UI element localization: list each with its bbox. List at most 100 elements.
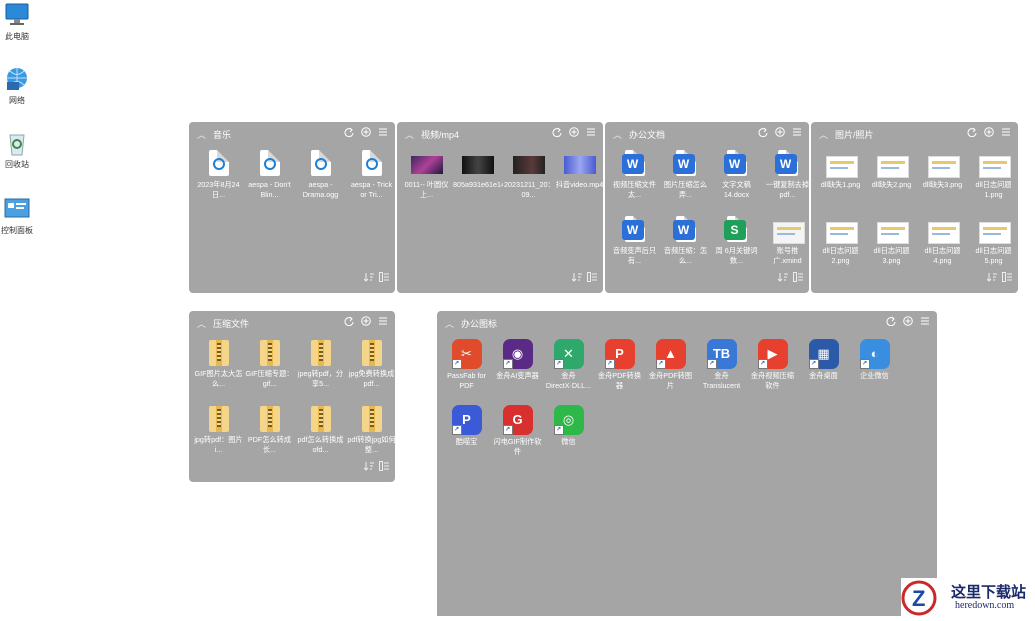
shortcut-arrow-icon: ↗ — [502, 359, 513, 369]
sort-icon[interactable] — [363, 269, 374, 287]
refresh-icon[interactable] — [343, 126, 355, 138]
menu-icon[interactable] — [585, 126, 597, 138]
menu-icon[interactable] — [377, 126, 389, 138]
add-icon[interactable] — [360, 315, 372, 327]
file-item[interactable]: dll日志问题4.png — [917, 212, 968, 278]
app-shortcut[interactable]: G ↗ 闪电GIF制作软件 — [492, 401, 543, 467]
file-name: 文字文稿14.docx — [722, 180, 751, 199]
file-item[interactable]: pdf怎么转换成ofd... — [295, 401, 346, 467]
word-doc-icon: W — [774, 150, 801, 178]
chevron-up-icon[interactable]: ︿ — [613, 128, 622, 141]
layout-icon[interactable] — [587, 269, 597, 287]
file-name: 2023年8月24日... — [197, 180, 240, 199]
video-thumbnail-icon — [563, 150, 596, 178]
image-file-icon — [978, 216, 1011, 244]
file-item[interactable]: dll缺失2.png — [866, 146, 917, 212]
file-item[interactable]: jpg转pdf：图片i... — [193, 401, 244, 467]
app-shortcut[interactable]: ▦ ↗ 金舟桌面 — [798, 335, 849, 401]
sort-icon[interactable] — [986, 269, 997, 287]
menu-icon[interactable] — [919, 315, 931, 327]
file-item[interactable]: 0011-- 叶圆仪 上... — [401, 146, 452, 212]
chevron-up-icon[interactable]: ︿ — [405, 128, 414, 141]
menu-icon[interactable] — [377, 315, 389, 327]
file-item[interactable]: GIF压缩专题：gif... — [244, 335, 295, 401]
sort-icon[interactable] — [363, 458, 374, 476]
file-item[interactable]: dll日志问题2.png — [815, 212, 866, 278]
fence-header[interactable]: ︿ 图片/照片 — [811, 122, 1018, 144]
chevron-up-icon[interactable]: ︿ — [197, 317, 206, 330]
file-item[interactable]: W 文字文稿14.docx — [711, 146, 762, 212]
menu-icon[interactable] — [1000, 126, 1012, 138]
fence-header[interactable]: ︿ 办公图标 — [437, 311, 937, 333]
fence-header[interactable]: ︿ 压缩文件 — [189, 311, 395, 333]
file-item[interactable]: S 周 6月关键词数... — [711, 212, 762, 278]
file-name: pdf怎么转换成ofd... — [297, 435, 344, 454]
desktop-icon-network[interactable]: 网络 — [0, 66, 34, 106]
app-shortcut[interactable]: ▲ ↗ 金舟PDF转图片 — [645, 335, 696, 401]
add-icon[interactable] — [902, 315, 914, 327]
app-shortcut[interactable]: ▶ ↗ 金舟视频压缩软件 — [747, 335, 798, 401]
sort-icon[interactable] — [571, 269, 582, 287]
refresh-icon[interactable] — [757, 126, 769, 138]
file-name: pdf转换jpg如何整... — [347, 435, 396, 454]
file-item[interactable]: dll日志问题1.png — [968, 146, 1019, 212]
app-icon: ▦ ↗ — [808, 339, 839, 369]
file-item[interactable]: dll缺失1.png — [815, 146, 866, 212]
fence-header[interactable]: ︿ 音乐 — [189, 122, 395, 144]
refresh-icon[interactable] — [551, 126, 563, 138]
fence-title: 图片/照片 — [835, 130, 874, 140]
file-item[interactable]: W 一键复制去掉pdf... — [762, 146, 813, 212]
desktop-icon-computer[interactable]: 此电脑 — [0, 2, 34, 42]
app-shortcut[interactable]: ◎ ↗ 微信 — [543, 401, 594, 467]
file-item[interactable]: dll日志问题3.png — [866, 212, 917, 278]
app-shortcut[interactable]: ◐ ↗ 企业微信 — [849, 335, 900, 401]
file-item[interactable]: jpeg转pdf，分享5... — [295, 335, 346, 401]
refresh-icon[interactable] — [885, 315, 897, 327]
fence-header[interactable]: ︿ 视频/mp4 — [397, 122, 603, 144]
refresh-icon[interactable] — [343, 315, 355, 327]
sort-icon[interactable] — [777, 269, 788, 287]
app-shortcut[interactable]: P ↗ 金舟PDF转换器 — [594, 335, 645, 401]
add-icon[interactable] — [983, 126, 995, 138]
file-item[interactable]: W 图片压缩怎么弄... — [660, 146, 711, 212]
add-icon[interactable] — [568, 126, 580, 138]
app-shortcut[interactable]: ◉ ↗ 金舟AI变声器 — [492, 335, 543, 401]
word-doc-icon: W — [621, 216, 648, 244]
menu-icon[interactable] — [791, 126, 803, 138]
image-file-icon — [927, 150, 960, 178]
chevron-up-icon[interactable]: ︿ — [445, 317, 454, 330]
layout-icon[interactable] — [379, 269, 389, 287]
chevron-up-icon[interactable]: ︿ — [819, 128, 828, 141]
file-item[interactable]: W 视频压缩文件太... — [609, 146, 660, 212]
file-item[interactable]: W 音频变声后只有... — [609, 212, 660, 278]
file-item[interactable]: W 音频压缩：怎么... — [660, 212, 711, 278]
file-item[interactable]: 2023年8月24日... — [193, 146, 244, 212]
file-item[interactable]: 805a931e61e1440... — [452, 146, 503, 212]
file-item[interactable]: 20231211_20：09... — [503, 146, 554, 212]
file-item[interactable]: jpg免费转换成pdf... — [346, 335, 397, 401]
app-shortcut[interactable]: TB↗ 金舟Translucent任... — [696, 335, 747, 401]
add-icon[interactable] — [774, 126, 786, 138]
add-icon[interactable] — [360, 126, 372, 138]
desktop-icon-control-panel[interactable]: 控制面板 — [0, 196, 34, 236]
desktop-icon-recycle-bin[interactable]: 回收站 — [0, 130, 34, 170]
file-item[interactable]: PDF怎么转成长... — [244, 401, 295, 467]
layout-icon[interactable] — [1002, 269, 1012, 287]
app-shortcut[interactable]: ✂ ↗ PassFab for PDF — [441, 335, 492, 401]
file-name: 0011-- 叶圆仪 上... — [404, 180, 449, 199]
file-item[interactable]: GIF图片太大怎么... — [193, 335, 244, 401]
file-item[interactable]: aespa - Trick or Tri... — [346, 146, 397, 212]
app-shortcut[interactable]: P ↗ 酷喵宝 — [441, 401, 492, 467]
layout-icon[interactable] — [379, 458, 389, 476]
file-item[interactable]: aespa - Don't Blin... — [244, 146, 295, 212]
app-shortcut[interactable]: ✕ ↗ 金舟DirectX·DLL... — [543, 335, 594, 401]
file-item[interactable]: 抖音video.mp4 — [554, 146, 605, 212]
shortcut-arrow-icon: ↗ — [604, 359, 615, 369]
fence-header[interactable]: ︿ 办公文档 — [605, 122, 809, 144]
file-item[interactable]: dll缺失3.png — [917, 146, 968, 212]
layout-icon[interactable] — [793, 269, 803, 287]
refresh-icon[interactable] — [966, 126, 978, 138]
file-item[interactable]: aespa - Drama.ogg — [295, 146, 346, 212]
archive-icon — [308, 339, 334, 367]
chevron-up-icon[interactable]: ︿ — [197, 128, 206, 141]
